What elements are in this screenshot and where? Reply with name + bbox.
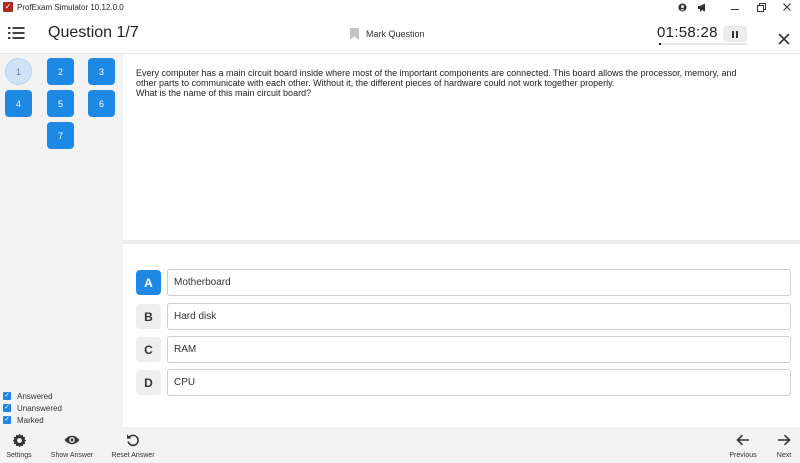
exam-header: Question 1/7 Mark Question 01:58:28 — [0, 14, 800, 54]
legend-unanswered[interactable]: ✓ Unanswered — [3, 402, 62, 414]
answer-option-c[interactable]: C RAM — [136, 336, 791, 363]
window-title: ProfExam Simulator 10.12.0.0 — [17, 2, 124, 12]
status-legend: ✓ Answered ✓ Unanswered ✓ Marked — [3, 390, 62, 426]
arrow-left-icon — [735, 432, 751, 448]
timer-progress-bar — [659, 43, 747, 45]
question-text: Every computer has a main circuit board … — [136, 68, 737, 98]
undo-icon — [125, 432, 141, 448]
answer-option-d[interactable]: D CPU — [136, 369, 791, 396]
bookmark-icon — [350, 28, 359, 40]
previous-button[interactable]: Previous — [726, 427, 760, 463]
question-nav-4[interactable]: 4 — [5, 90, 32, 117]
answer-text[interactable]: Motherboard — [167, 269, 791, 296]
question-nav-6[interactable]: 6 — [88, 90, 115, 117]
arrow-right-icon — [776, 432, 792, 448]
show-answer-button[interactable]: Show Answer — [48, 427, 96, 463]
reset-answer-button[interactable]: Reset Answer — [108, 427, 158, 463]
question-navigator: 1 2 3 4 5 6 7 — [0, 54, 123, 427]
answer-option-b[interactable]: B Hard disk — [136, 303, 791, 330]
answer-letter[interactable]: C — [136, 337, 161, 362]
answer-option-a[interactable]: A Motherboard — [136, 269, 791, 296]
answer-text[interactable]: Hard disk — [167, 303, 791, 330]
app-logo-icon: ✓ — [3, 2, 13, 12]
question-panel: Every computer has a main circuit board … — [123, 54, 800, 240]
mark-question-button[interactable]: Mark Question — [350, 28, 425, 40]
answer-text[interactable]: CPU — [167, 369, 791, 396]
mark-question-label: Mark Question — [366, 29, 425, 39]
question-nav-2[interactable]: 2 — [47, 58, 74, 85]
pause-button[interactable] — [723, 26, 747, 42]
legend-answered[interactable]: ✓ Answered — [3, 390, 62, 402]
pause-icon — [732, 30, 734, 38]
close-icon — [778, 33, 790, 45]
close-exam-button[interactable] — [776, 31, 792, 47]
question-title: Question 1/7 — [48, 24, 139, 41]
legend-marked[interactable]: ✓ Marked — [3, 414, 62, 426]
question-nav-1[interactable]: 1 — [5, 58, 32, 85]
megaphone-icon[interactable] — [692, 0, 712, 14]
timer-progress-fill — [659, 43, 661, 45]
answer-letter[interactable]: D — [136, 370, 161, 395]
question-nav-5[interactable]: 5 — [47, 90, 74, 117]
user-icon[interactable] — [672, 0, 692, 14]
answer-letter[interactable]: B — [136, 304, 161, 329]
bottom-toolbar: Settings Show Answer Reset Answer Previo… — [0, 427, 800, 463]
next-button[interactable]: Next — [772, 427, 796, 463]
list-menu-icon[interactable] — [8, 26, 25, 40]
gear-icon — [11, 432, 27, 448]
checkbox-checked-icon[interactable]: ✓ — [3, 416, 11, 424]
title-bar: ✓ ProfExam Simulator 10.12.0.0 — [0, 0, 800, 14]
answers-panel: A Motherboard B Hard disk C RAM D CPU — [123, 244, 800, 427]
timer: 01:58:28 — [657, 24, 718, 41]
settings-button[interactable]: Settings — [4, 427, 34, 463]
checkbox-checked-icon[interactable]: ✓ — [3, 392, 11, 400]
restore-icon[interactable] — [748, 0, 774, 14]
checkbox-checked-icon[interactable]: ✓ — [3, 404, 11, 412]
minimize-icon[interactable] — [722, 0, 748, 14]
close-icon[interactable] — [774, 0, 800, 14]
answer-text[interactable]: RAM — [167, 336, 791, 363]
question-nav-7[interactable]: 7 — [47, 122, 74, 149]
question-nav-3[interactable]: 3 — [88, 58, 115, 85]
answer-letter[interactable]: A — [136, 270, 161, 295]
eye-icon — [64, 432, 80, 448]
